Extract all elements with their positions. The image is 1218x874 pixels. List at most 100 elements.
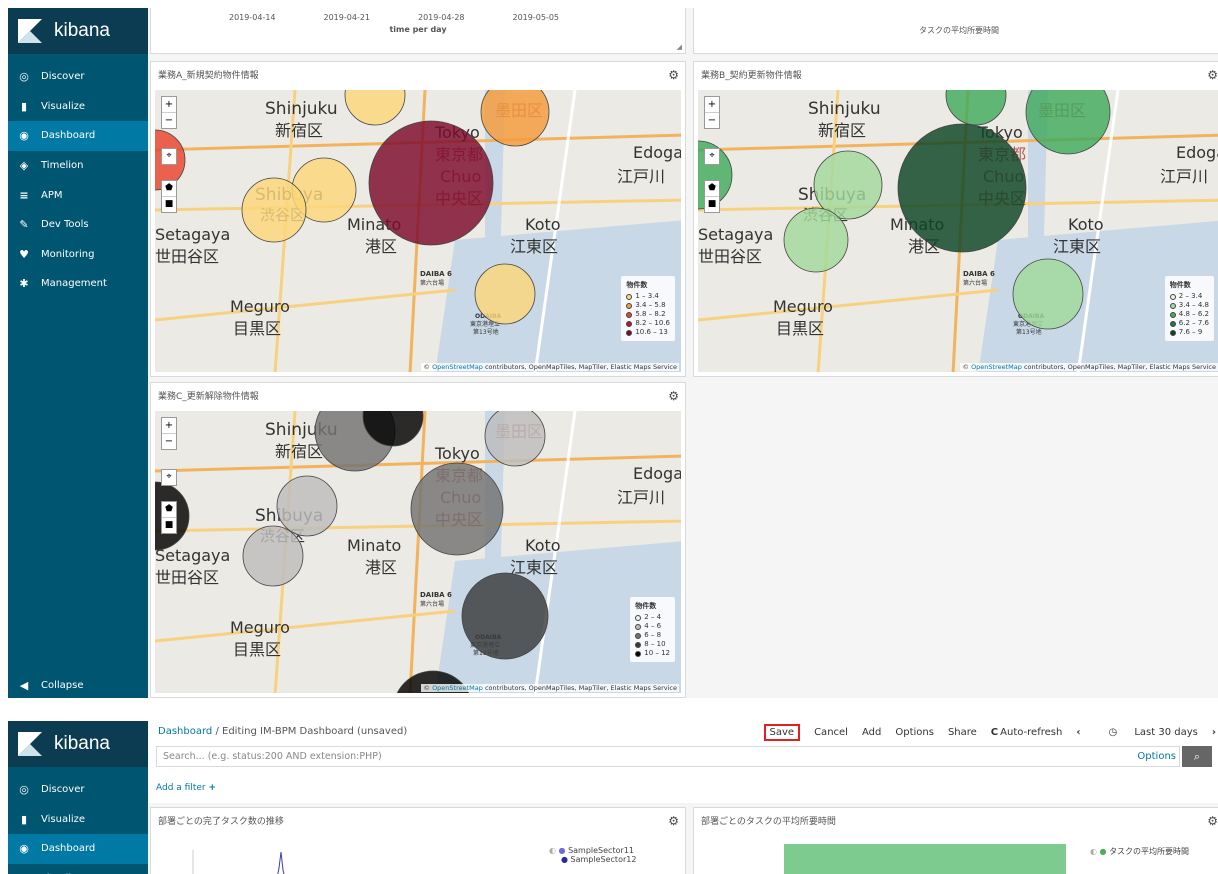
draw-rectangle-icon[interactable]: ■ bbox=[162, 197, 176, 212]
openstreetmap-link[interactable]: OpenStreetMap bbox=[432, 684, 483, 692]
sidebar-item-timelion[interactable]: ◈Timelion bbox=[8, 151, 148, 181]
fit-bounds-icon[interactable]: ⌖ bbox=[162, 470, 176, 485]
add-filter-link[interactable]: Add a filter bbox=[156, 783, 206, 793]
map-label: DAIBA 6 bbox=[420, 270, 452, 278]
refresh-icon: C bbox=[990, 727, 999, 738]
bubble-marker[interactable] bbox=[461, 572, 549, 660]
options-button[interactable]: Options bbox=[895, 727, 934, 738]
gear-icon[interactable]: ⚙ bbox=[1207, 68, 1218, 82]
sidebar-item-discover[interactable]: ◎ Discover bbox=[8, 775, 148, 805]
time-range-button[interactable]: ◷ Last 30 days bbox=[1094, 727, 1197, 738]
bubble-marker[interactable] bbox=[474, 263, 536, 325]
plus-icon[interactable]: + bbox=[208, 783, 216, 793]
add-button[interactable]: Add bbox=[862, 727, 881, 738]
draw-rectangle-icon[interactable]: ■ bbox=[162, 518, 176, 533]
share-button[interactable]: Share bbox=[948, 727, 977, 738]
search-input[interactable]: Search... (e.g. status:200 AND extension… bbox=[156, 746, 1180, 767]
map-canvas: Shinjuku新宿区Shibuya渋谷区Setagaya世田谷区Tokyo東京… bbox=[155, 411, 681, 693]
kibana-logo[interactable]: kibana bbox=[8, 721, 148, 767]
cancel-button[interactable]: Cancel bbox=[814, 727, 848, 738]
breadcrumb-dashboard-link[interactable]: Dashboard bbox=[158, 726, 212, 737]
auto-refresh-button[interactable]: C Auto-refresh bbox=[991, 727, 1063, 738]
bubble-marker[interactable] bbox=[410, 462, 504, 556]
bar-mark bbox=[784, 844, 1066, 874]
openstreetmap-link[interactable]: OpenStreetMap bbox=[432, 363, 483, 371]
map-label: 目黒区 bbox=[233, 640, 281, 659]
legend-swatch bbox=[635, 623, 642, 630]
draw-polygon-icon[interactable]: ⬟ bbox=[705, 181, 719, 197]
zoom-out-button[interactable]: − bbox=[162, 113, 176, 128]
sidebar-item-apm[interactable]: ≡ APM bbox=[8, 180, 148, 210]
legend-item: 6 – 8 bbox=[635, 631, 670, 640]
bubble-marker[interactable] bbox=[241, 177, 307, 243]
draw-polygon-icon[interactable]: ⬟ bbox=[162, 502, 176, 518]
compass-icon: ◎ bbox=[19, 783, 29, 797]
zoom-out-button[interactable]: − bbox=[705, 113, 719, 128]
map-label: 第六台場 bbox=[963, 279, 987, 287]
sidebar-item-label: Timelion bbox=[41, 160, 84, 172]
sidebar-item-discover[interactable]: ◎ Discover bbox=[8, 62, 148, 92]
map-label: Minato bbox=[347, 536, 401, 555]
draw-shape-toolbar: ⬟ ■ bbox=[161, 180, 177, 213]
gear-icon[interactable]: ⚙ bbox=[668, 814, 679, 828]
legend-item[interactable]: ● SampleSector12 bbox=[549, 855, 636, 864]
bubble-marker[interactable] bbox=[945, 90, 1007, 126]
legend-swatch bbox=[1169, 311, 1176, 318]
save-button[interactable]: Save bbox=[763, 724, 801, 741]
map-label: 江戸川 bbox=[617, 167, 665, 186]
time-back-button[interactable]: ‹ bbox=[1076, 727, 1080, 738]
region-map[interactable]: Shinjuku新宿区Shibuya渋谷区Setagaya世田谷区Tokyo東京… bbox=[155, 411, 681, 693]
draw-rectangle-icon[interactable]: ■ bbox=[705, 197, 719, 212]
draw-polygon-icon[interactable]: ⬟ bbox=[162, 181, 176, 197]
search-button[interactable]: ⌕ bbox=[1182, 746, 1212, 767]
sidebar-item-dashboard[interactable]: ◉ Dashboard bbox=[8, 121, 148, 151]
sidebar-nav: ◎ Discover ▮ Visualize ◉ Dashboard ◈ Timelion ≡ A… bbox=[8, 62, 148, 299]
sidebar-item-monitoring[interactable]: ♥ Monitoring bbox=[8, 240, 148, 270]
resize-handle[interactable]: ◢ bbox=[677, 43, 682, 51]
map-label: 港区 bbox=[365, 237, 397, 256]
map-label: Shinjuku bbox=[265, 99, 338, 119]
bubble-marker[interactable] bbox=[344, 90, 406, 126]
sidebar-item-label: Dashboard bbox=[41, 130, 96, 142]
zoom-out-button[interactable]: − bbox=[162, 434, 176, 449]
bubble-marker[interactable] bbox=[897, 123, 1027, 253]
zoom-in-button[interactable]: + bbox=[162, 97, 176, 113]
region-map[interactable]: Shinjuku新宿区Shibuya渋谷区Setagaya世田谷区Tokyo東京… bbox=[155, 90, 681, 372]
zoom-in-button[interactable]: + bbox=[162, 418, 176, 434]
sidebar-item-dev-tools[interactable]: ✎ Dev Tools bbox=[8, 210, 148, 240]
map-attribution: © OpenStreetMap contributors, OpenMapTil… bbox=[421, 684, 679, 692]
sidebar-item-visualize[interactable]: ▮ Visualize bbox=[8, 805, 148, 835]
map-label: 第13号地 bbox=[473, 328, 499, 336]
legend-item: 6.2 – 7.6 bbox=[1169, 319, 1209, 328]
gear-icon[interactable]: ⚙ bbox=[1207, 814, 1218, 828]
attribution-prefix: © bbox=[962, 363, 969, 371]
sidebar-item-label: Visualize bbox=[41, 813, 86, 825]
time-forward-button[interactable]: › bbox=[1212, 727, 1216, 738]
sidebar-item-management[interactable]: ✱ Management bbox=[8, 269, 148, 299]
legend-item[interactable]: ◐ ● SampleSector11 bbox=[549, 846, 636, 855]
kibana-logo[interactable]: kibana bbox=[8, 8, 148, 54]
bubble-marker[interactable] bbox=[484, 411, 546, 467]
legend-item[interactable]: ◐ ● タスクの平均所要時間 bbox=[1090, 846, 1189, 857]
attribution-text: contributors, OpenMapTiles, MapTiler, El… bbox=[484, 684, 677, 692]
gear-icon[interactable]: ⚙ bbox=[668, 389, 679, 403]
map-label: Edoga bbox=[633, 143, 681, 162]
region-map[interactable]: Shinjuku新宿区Shibuya渋谷区Setagaya世田谷区Tokyo東京… bbox=[698, 90, 1218, 372]
fit-bounds-icon[interactable]: ⌖ bbox=[162, 149, 176, 164]
x-tick: 2019-04-28 bbox=[418, 13, 465, 22]
sidebar-item-dashboard[interactable]: ◉ Dashboard bbox=[8, 834, 148, 864]
search-options-link[interactable]: Options bbox=[1137, 751, 1176, 762]
openstreetmap-link[interactable]: OpenStreetMap bbox=[971, 363, 1022, 371]
sidebar-nav: ◎ Discover ▮ Visualize ◉ Dashboard ◈Timelion bbox=[8, 775, 148, 874]
gear-icon[interactable]: ⚙ bbox=[668, 68, 679, 82]
collapse-button[interactable]: ◀ Collapse bbox=[8, 672, 148, 698]
bubble-marker[interactable] bbox=[276, 475, 338, 537]
sidebar-item-visualize[interactable]: ▮ Visualize bbox=[8, 92, 148, 122]
fit-bounds-icon[interactable]: ⌖ bbox=[705, 149, 719, 164]
bubble-marker[interactable] bbox=[368, 120, 494, 246]
sidebar-item-timelion[interactable]: ◈Timelion bbox=[8, 864, 148, 874]
bubble-marker[interactable] bbox=[783, 207, 849, 273]
zoom-in-button[interactable]: + bbox=[705, 97, 719, 113]
bubble-marker[interactable] bbox=[242, 525, 304, 587]
bubble-marker[interactable] bbox=[1012, 258, 1084, 330]
